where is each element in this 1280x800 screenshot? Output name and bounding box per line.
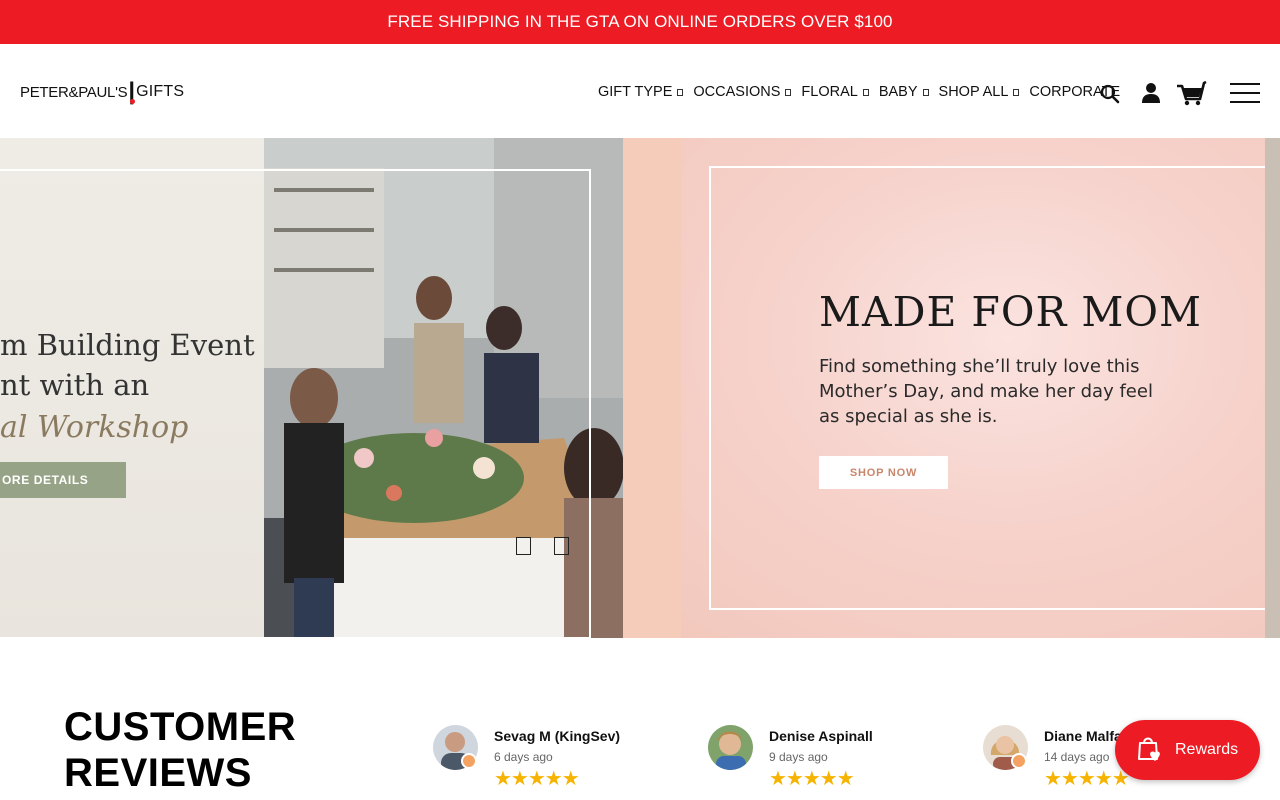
review-source-badge-icon [461, 753, 477, 769]
reviews-title: CUSTOMER REVIEWS [64, 704, 296, 796]
hero-carousel: m Building Event nt with an al Workshop … [0, 138, 1280, 638]
carousel-next-arrow[interactable] [554, 537, 569, 555]
account-icon[interactable] [1141, 82, 1161, 109]
more-details-button[interactable]: ORE DETAILS [0, 462, 126, 498]
cart-icon[interactable] [1175, 80, 1207, 111]
main-navigation: GIFT TYPE OCCASIONS FLORAL BABY SHOP ALL… [598, 80, 1130, 104]
nav-label: BABY [878, 84, 918, 100]
logo-text-primary: PETER&PAUL'S [20, 83, 128, 101]
shopping-bag-heart-icon [1135, 734, 1163, 767]
nav-item-floral[interactable]: FLORAL [801, 84, 869, 100]
site-logo[interactable]: PETER&PAUL'S | GIFTS [20, 78, 184, 106]
reviews-title-line1: CUSTOMER [64, 705, 297, 749]
dropdown-icon [862, 88, 869, 96]
dropdown-icon [677, 88, 684, 96]
nav-label: SHOP ALL [938, 84, 1009, 100]
nav-item-gift-type[interactable]: GIFT TYPE [598, 84, 684, 100]
nav-item-shop-all[interactable]: SHOP ALL [939, 84, 1020, 100]
search-icon[interactable] [1100, 84, 1120, 109]
rewards-launcher-button[interactable]: Rewards [1115, 720, 1260, 780]
reviewer-name: Sevag M (KingSev) [494, 728, 621, 744]
workshop-headline-line3: al Workshop [0, 410, 189, 445]
announcement-text: FREE SHIPPING IN THE GTA ON ONLINE ORDER… [387, 12, 893, 31]
hero-slide-made-for-mom[interactable]: MADE FOR MOM Find something she’ll truly… [623, 138, 1265, 638]
nav-item-occasions[interactable]: OCCASIONS [693, 84, 792, 100]
hamburger-menu-icon[interactable] [1229, 82, 1261, 109]
reviewer-name: Denise Aspinall [769, 728, 873, 744]
logo-exclamation-mark: | [128, 78, 136, 105]
slide-side-band [623, 138, 681, 638]
made-for-mom-heading: MADE FOR MOM [819, 288, 1202, 336]
avatar [708, 725, 753, 770]
review-card[interactable]: Sevag M (KingSev) 6 days ago ★★★★★ [433, 725, 683, 795]
workshop-headline-line1: m Building Event [0, 328, 255, 362]
workshop-headline-line2: nt with an [0, 368, 150, 402]
shop-now-button[interactable]: SHOP NOW [819, 456, 948, 489]
nav-label: GIFT TYPE [598, 84, 673, 100]
review-card[interactable]: Denise Aspinall 9 days ago ★★★★★ [708, 725, 958, 795]
review-date: 14 days ago [1044, 750, 1110, 764]
star-rating-icon: ★★★★★ [1044, 768, 1130, 790]
hero-slide-workshop[interactable]: m Building Event nt with an al Workshop … [0, 138, 623, 638]
reviews-title-line2: REVIEWS [64, 751, 252, 795]
nav-label: FLORAL [801, 84, 858, 100]
review-date: 9 days ago [769, 750, 828, 764]
slide-frame [0, 169, 591, 638]
made-for-mom-description: Find something she’ll truly love this Mo… [819, 356, 1153, 427]
customer-reviews-section: CUSTOMER REVIEWS Sevag M (KingSev) 6 day… [0, 638, 1280, 800]
review-source-badge-icon [1011, 753, 1027, 769]
dropdown-icon [785, 88, 792, 96]
logo-text-secondary: GIFTS [136, 83, 185, 100]
site-header: PETER&PAUL'S | GIFTS GIFT TYPE OCCASIONS… [0, 44, 1280, 138]
announcement-bar: FREE SHIPPING IN THE GTA ON ONLINE ORDER… [0, 0, 1280, 44]
dropdown-icon [1013, 88, 1020, 96]
carousel-prev-arrow[interactable] [516, 537, 531, 555]
dropdown-icon [922, 88, 929, 96]
review-date: 6 days ago [494, 750, 553, 764]
reviewer-name: Diane Malfa [1044, 728, 1122, 744]
rewards-label: Rewards [1175, 741, 1239, 758]
nav-label: OCCASIONS [693, 84, 781, 100]
hero-slide-next-peek [1265, 138, 1280, 638]
nav-item-baby[interactable]: BABY [879, 84, 929, 100]
star-rating-icon: ★★★★★ [769, 768, 855, 790]
star-rating-icon: ★★★★★ [494, 768, 580, 790]
